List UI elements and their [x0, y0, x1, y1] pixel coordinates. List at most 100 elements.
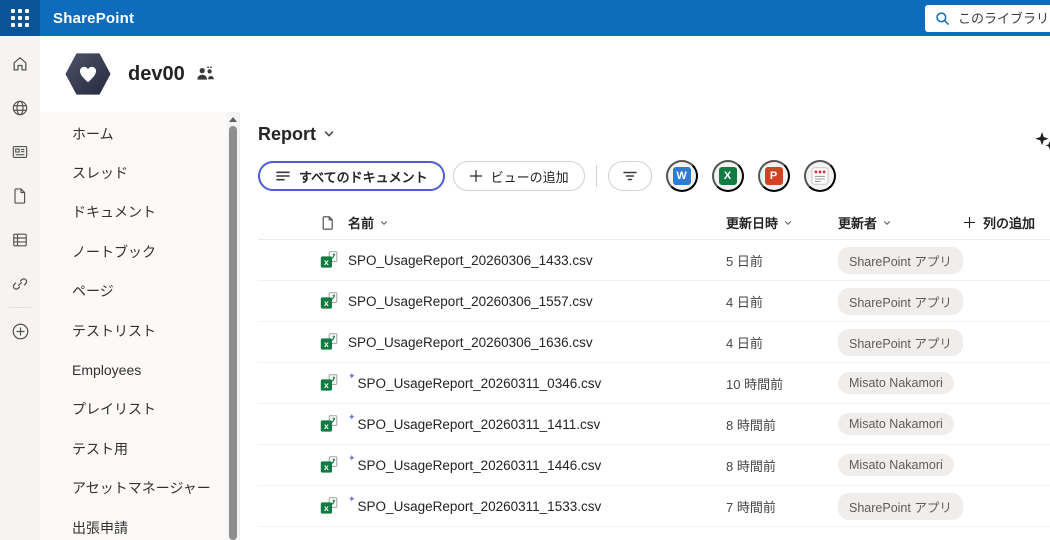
view-selector-label: すべてのドキュメント	[299, 167, 428, 186]
chevron-down-icon	[323, 128, 335, 140]
file-table-body: x ✦ SPO_UsageReport_20260306_1433.csv 5 …	[258, 240, 1050, 527]
nav-item[interactable]: ドキュメント	[40, 193, 227, 232]
site-logo[interactable]	[65, 53, 111, 96]
create-new-icon[interactable]	[0, 309, 40, 353]
file-modified-time: 8 時間前	[726, 456, 838, 475]
nav-item[interactable]: プレイリスト	[40, 390, 227, 429]
new-excel-workbook-button[interactable]: X	[712, 160, 744, 192]
search-icon	[935, 11, 950, 26]
sort-chevron-icon	[379, 218, 389, 228]
column-header-modified-by[interactable]: 更新者	[838, 213, 892, 232]
nav-item-label: ノートブック	[72, 242, 156, 262]
modified-by-badge[interactable]: SharePoint アプリ	[838, 247, 963, 274]
svg-text:x: x	[324, 421, 329, 431]
site-title[interactable]: dev00	[128, 63, 185, 86]
file-type-column-icon[interactable]	[320, 215, 348, 231]
nav-item[interactable]: Employees	[40, 350, 227, 389]
csv-excel-file-icon: x	[320, 374, 338, 392]
file-name-link[interactable]: SPO_UsageReport_20260306_1433.csv	[348, 253, 593, 268]
nav-item-label: テストリスト	[72, 321, 156, 341]
table-row[interactable]: x ✦ SPO_UsageReport_20260311_1533.csv 7 …	[258, 486, 1050, 527]
modified-by-badge[interactable]: SharePoint アプリ	[838, 288, 963, 315]
nav-item[interactable]: テスト用	[40, 429, 227, 468]
rail-divider	[9, 307, 31, 308]
scrollbar-up-arrow[interactable]	[229, 117, 237, 122]
lists-icon[interactable]	[0, 218, 40, 262]
csv-excel-file-icon: x	[320, 251, 338, 269]
table-row[interactable]: x ✦ SPO_UsageReport_20260306_1636.csv 4 …	[258, 322, 1050, 363]
copilot-sparkle-icon[interactable]	[1031, 128, 1050, 154]
sort-chevron-icon	[783, 218, 793, 228]
file-modified-time: 4 日前	[726, 333, 838, 352]
nav-item-label: テスト用	[72, 439, 128, 459]
add-column-button[interactable]: 列の追加	[963, 213, 1035, 232]
svg-text:x: x	[324, 462, 329, 472]
link-icon[interactable]	[0, 262, 40, 306]
modified-by-badge[interactable]: Misato Nakamori	[838, 372, 954, 394]
globe-icon[interactable]	[0, 86, 40, 130]
site-nav-list: ホーム スレッド ドキュメント ノートブック ページ テストリスト Employ…	[40, 114, 227, 540]
heart-icon	[77, 63, 99, 85]
modified-by-badge[interactable]: Misato Nakamori	[838, 454, 954, 476]
table-row[interactable]: x ✦ SPO_UsageReport_20260306_1433.csv 5 …	[258, 240, 1050, 281]
home-icon[interactable]	[0, 42, 40, 86]
add-view-label: ビューの追加	[491, 167, 569, 186]
plus-icon	[469, 169, 483, 183]
file-name-link[interactable]: SPO_UsageReport_20260311_0346.csv	[358, 376, 602, 391]
file-name-link[interactable]: SPO_UsageReport_20260311_1411.csv	[358, 417, 601, 432]
svg-text:x: x	[324, 380, 329, 390]
file-modified-time: 5 日前	[726, 251, 838, 270]
nav-item[interactable]: アセットマネージャー	[40, 469, 227, 508]
column-header-modified[interactable]: 更新日時	[726, 213, 793, 232]
plus-icon	[963, 216, 976, 229]
nav-item[interactable]: テストリスト	[40, 311, 227, 350]
file-name-link[interactable]: SPO_UsageReport_20260306_1636.csv	[348, 335, 593, 350]
new-notebook-button[interactable]	[804, 160, 836, 192]
table-row[interactable]: x ✦ SPO_UsageReport_20260311_1446.csv 8 …	[258, 445, 1050, 486]
table-row[interactable]: x ✦ SPO_UsageReport_20260311_0346.csv 10…	[258, 363, 1050, 404]
column-header-name[interactable]: 名前	[348, 213, 389, 232]
file-name-link[interactable]: SPO_UsageReport_20260311_1446.csv	[358, 458, 602, 473]
modified-by-badge[interactable]: SharePoint アプリ	[838, 493, 963, 520]
file-table-header: 名前 更新日時 更新者	[258, 206, 1050, 240]
table-row[interactable]: x ✦ SPO_UsageReport_20260311_1411.csv 8 …	[258, 404, 1050, 445]
file-name-link[interactable]: SPO_UsageReport_20260306_1557.csv	[348, 294, 593, 309]
news-icon[interactable]	[0, 130, 40, 174]
document-icon[interactable]	[0, 174, 40, 218]
view-selector-button[interactable]: すべてのドキュメント	[258, 161, 445, 191]
nav-item[interactable]: ホーム	[40, 114, 227, 153]
new-item-badge: ✦	[348, 454, 356, 463]
nav-item-label: スレッド	[72, 163, 128, 183]
new-powerpoint-presentation-button[interactable]: P	[758, 160, 790, 192]
search-input[interactable]	[958, 11, 1050, 26]
new-item-badge: ✦	[348, 495, 356, 504]
scrollbar-thumb[interactable]	[229, 126, 237, 540]
app-launcher-button[interactable]	[0, 0, 40, 36]
svg-text:x: x	[324, 257, 329, 267]
file-table: 名前 更新日時 更新者	[258, 206, 1050, 527]
nav-scrollbar[interactable]	[227, 112, 239, 540]
nav-item-label: 出張申請	[72, 518, 128, 538]
app-title[interactable]: SharePoint	[53, 10, 134, 27]
filter-button[interactable]	[608, 161, 652, 191]
nav-item[interactable]: 出張申請	[40, 508, 227, 540]
search-box[interactable]	[925, 5, 1050, 32]
library-title-menu[interactable]: Report	[258, 120, 335, 148]
file-modified-time: 7 時間前	[726, 497, 838, 516]
nav-item[interactable]: スレッド	[40, 153, 227, 192]
nav-item-label: アセットマネージャー	[72, 478, 211, 498]
table-row[interactable]: x ✦ SPO_UsageReport_20260306_1557.csv 4 …	[258, 281, 1050, 322]
powerpoint-icon: P	[765, 167, 783, 185]
modified-by-badge[interactable]: SharePoint アプリ	[838, 329, 963, 356]
nav-item[interactable]: ノートブック	[40, 232, 227, 271]
nav-item-label: ドキュメント	[72, 202, 156, 222]
nav-item[interactable]: ページ	[40, 272, 227, 311]
file-modified-time: 8 時間前	[726, 415, 838, 434]
word-icon: W	[673, 167, 691, 185]
group-membership-icon[interactable]	[196, 66, 215, 82]
modified-by-badge[interactable]: Misato Nakamori	[838, 413, 954, 435]
library-title: Report	[258, 124, 316, 145]
add-view-button[interactable]: ビューの追加	[453, 161, 585, 191]
file-name-link[interactable]: SPO_UsageReport_20260311_1533.csv	[358, 499, 602, 514]
new-word-document-button[interactable]: W	[666, 160, 698, 192]
